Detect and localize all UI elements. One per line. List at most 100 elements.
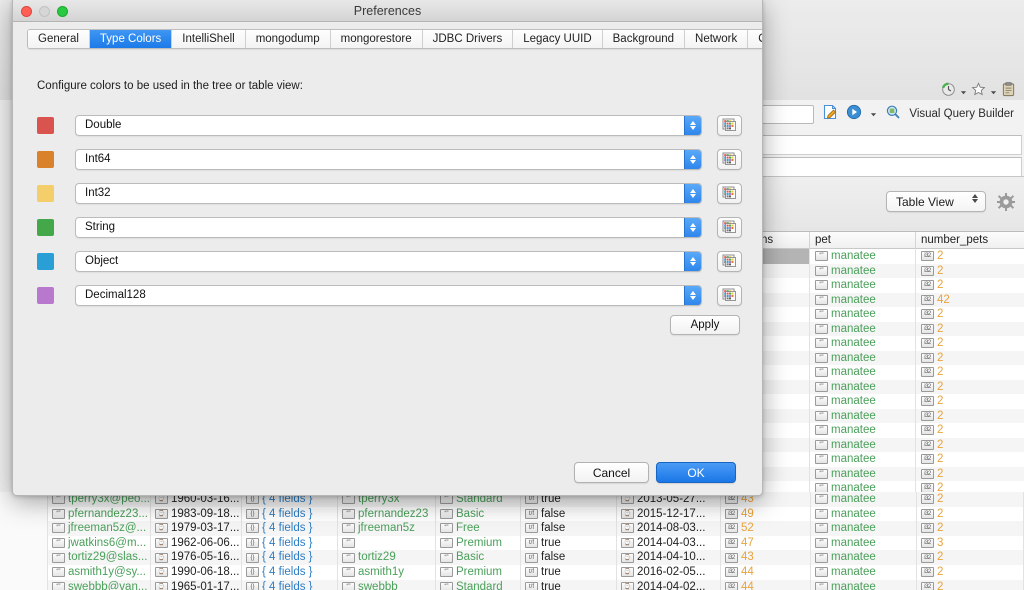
table-row[interactable]: “”manateei322 (756, 350, 1024, 365)
tab-network[interactable]: Network (685, 30, 749, 48)
table-row[interactable]: “”manateei322 (756, 423, 1024, 438)
string-type-icon: “” (342, 538, 355, 549)
tab-mongorestore[interactable]: mongorestore (330, 30, 423, 48)
clipboard-icon[interactable] (1001, 82, 1016, 102)
type-colors-list: Double Int64 Int32 String Object Decimal128 (37, 108, 742, 312)
tab-legacy-uuid[interactable]: Legacy UUID (513, 30, 603, 48)
cancel-button[interactable]: Cancel (574, 462, 649, 483)
tab-general[interactable]: General (28, 30, 90, 48)
table-row[interactable]: “” jwatkins6@m... ⌚ 1962-06-06...{}{ 4 fiel… (0, 535, 1024, 551)
cell-email: “” asmith1y@sy... (48, 564, 151, 580)
type-select[interactable]: String (75, 216, 703, 238)
table-row[interactable]: “” asmith1y@sy... ⌚ 1990-06-18...{}{ 4 fiel… (0, 564, 1024, 580)
cell-value: false (541, 522, 566, 535)
color-swatch[interactable] (37, 218, 54, 236)
table-row[interactable]: “”manateei322 (756, 249, 1024, 264)
table-row[interactable]: “”manateei322 (756, 307, 1024, 322)
gear-icon[interactable] (996, 192, 1016, 212)
table-row[interactable]: “”manateei322 (756, 466, 1024, 481)
table-row[interactable]: “”manateei322 (756, 408, 1024, 423)
star-dropdown-icon[interactable] (990, 83, 997, 101)
history-dropdown-icon[interactable] (960, 83, 967, 101)
type-select[interactable]: Int32 (75, 182, 703, 204)
close-icon[interactable] (21, 6, 32, 17)
stepper-updown-icon[interactable] (684, 149, 702, 169)
stepper-updown-icon[interactable] (684, 285, 702, 305)
cell-value: 2 (937, 424, 944, 436)
run-query-dropdown-icon[interactable] (870, 105, 877, 123)
cell-fields: {}{ 4 fields } (242, 521, 338, 536)
cell-username: “” swebbb (338, 579, 436, 590)
cell-row-gutter (0, 564, 48, 580)
type-select[interactable]: Object (75, 250, 703, 272)
stepper-updown-icon[interactable] (684, 183, 702, 203)
view-mode-select[interactable]: Table View (886, 191, 986, 212)
star-icon[interactable] (971, 82, 986, 102)
right-column-header-pet[interactable]: pet (810, 232, 916, 249)
tab-mongodump[interactable]: mongodump (245, 30, 331, 48)
table-row[interactable]: “”manateei322 (756, 321, 1024, 336)
palette-icon (722, 254, 737, 267)
table-row[interactable]: “” manatee i32 42 (756, 292, 1024, 307)
right-column-header-ns[interactable]: ns (756, 232, 810, 249)
stepper-updown-icon[interactable] (684, 115, 702, 135)
table-row[interactable]: “” pfernandez23... ⌚ 1983-09-18...{}{ 4 fie… (0, 506, 1024, 522)
color-swatch[interactable] (37, 150, 54, 168)
table-row[interactable]: “”manateei322 (756, 278, 1024, 293)
query-input-line-2[interactable] (760, 157, 1022, 177)
color-swatch[interactable] (37, 116, 54, 134)
color-palette-button[interactable] (717, 148, 742, 170)
zoom-icon[interactable] (57, 6, 68, 17)
cell-value: Basic (456, 507, 485, 520)
table-row[interactable]: “”manateei322 (756, 394, 1024, 409)
cell-value: 2014-04-02... (637, 580, 706, 590)
type-select[interactable]: Double (75, 114, 703, 136)
cell-value: 2015-12-17... (637, 507, 706, 520)
tab-background[interactable]: Background (602, 30, 686, 48)
type-select[interactable]: Decimal128 (75, 284, 703, 306)
tab-jdbc-drivers[interactable]: JDBC Drivers (422, 30, 514, 48)
table-row[interactable]: “”manateei322 (756, 336, 1024, 351)
tab-online[interactable]: Online (748, 30, 762, 48)
minimize-icon[interactable] (39, 6, 50, 17)
color-palette-button[interactable] (717, 114, 742, 136)
color-palette-button[interactable] (717, 250, 742, 272)
right-column-header-number-pets[interactable]: number_pets (916, 232, 1024, 249)
tab-intellishell[interactable]: IntelliShell (172, 30, 246, 48)
table-row[interactable]: “”manateei322 (756, 263, 1024, 278)
cell-date: ⌚ 1962-06-06... (151, 535, 242, 551)
table-row[interactable]: “”manateei322 (756, 452, 1024, 467)
int32-type-icon: i32 (725, 508, 738, 519)
string-type-icon: “” (815, 468, 828, 479)
tab-type-colors[interactable]: Type Colors (89, 30, 173, 48)
color-swatch[interactable] (37, 252, 54, 270)
ok-button[interactable]: OK (656, 462, 736, 483)
stepper-updown-icon[interactable] (684, 251, 702, 271)
string-type-icon: “” (440, 567, 453, 578)
table-row[interactable]: “”manateei322 (756, 365, 1024, 380)
date-type-icon: ⌚ (155, 567, 168, 578)
color-palette-button[interactable] (717, 182, 742, 204)
table-row[interactable]: “”manateei322 (756, 379, 1024, 394)
color-palette-button[interactable] (717, 216, 742, 238)
edit-document-icon[interactable] (822, 104, 838, 125)
apply-button[interactable]: Apply (670, 315, 740, 335)
cell-bool: t/f true (521, 564, 617, 580)
dialog-title: Preferences (353, 3, 422, 18)
cell-pet: “”manatee (810, 307, 916, 322)
tab-label: Online (758, 33, 762, 45)
query-input-line-1[interactable] (760, 135, 1022, 155)
stepper-updown-icon[interactable] (684, 217, 702, 237)
cell-value: Premium (456, 565, 503, 578)
run-query-icon[interactable] (846, 104, 862, 125)
history-icon[interactable] (941, 82, 956, 102)
table-row[interactable]: “”manateei322 (756, 437, 1024, 452)
color-palette-button[interactable] (717, 284, 742, 306)
table-row[interactable]: “” jfreeman5z@... ⌚ 1979-03-17...{}{ 4 fiel… (0, 521, 1024, 536)
color-swatch[interactable] (37, 286, 54, 304)
type-select[interactable]: Int64 (75, 148, 703, 170)
color-swatch[interactable] (37, 184, 54, 202)
table-row[interactable]: “” swebbb@van... ⌚ 1965-01-17...{}{ 4 field… (0, 579, 1024, 590)
table-row[interactable]: “” tortiz29@slas... ⌚ 1976-05-16...{}{ 4 fi… (0, 550, 1024, 565)
visual-query-builder-icon[interactable] (885, 104, 901, 125)
